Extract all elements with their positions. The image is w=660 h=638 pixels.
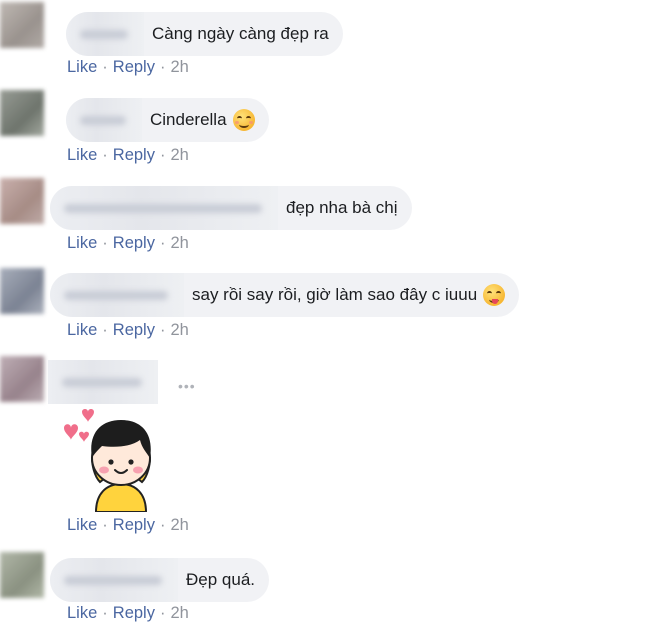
reply-link[interactable]: Reply bbox=[113, 516, 155, 535]
comment-text: Cinderella bbox=[150, 110, 227, 129]
reply-link[interactable]: Reply bbox=[113, 58, 155, 77]
separator: · bbox=[102, 604, 108, 622]
timestamp[interactable]: 2h bbox=[170, 58, 188, 77]
timestamp[interactable]: 2h bbox=[170, 516, 188, 535]
avatar[interactable] bbox=[0, 356, 44, 402]
reply-link[interactable]: Reply bbox=[113, 321, 155, 340]
separator: · bbox=[102, 146, 108, 164]
avatar[interactable] bbox=[0, 552, 44, 598]
more-options-icon[interactable]: ••• bbox=[178, 378, 196, 394]
separator: · bbox=[159, 58, 166, 76]
timestamp[interactable]: 2h bbox=[170, 321, 188, 340]
comment-actions: Like · Reply · 2h bbox=[67, 146, 189, 165]
like-link[interactable]: Like bbox=[67, 321, 97, 340]
separator: · bbox=[102, 234, 108, 252]
separator: · bbox=[159, 321, 166, 339]
separator: · bbox=[159, 604, 166, 622]
author-name-bubble bbox=[48, 360, 166, 404]
like-link[interactable]: Like bbox=[67, 146, 97, 165]
comment-bubble: đẹp nha bà chị bbox=[50, 186, 412, 230]
avatar[interactable] bbox=[0, 2, 44, 48]
comment-text: Đẹp quá. bbox=[186, 570, 255, 589]
timestamp[interactable]: 2h bbox=[170, 604, 188, 623]
comment-actions: Like · Reply · 2h bbox=[67, 58, 189, 77]
comment-actions: Like · Reply · 2h bbox=[67, 234, 189, 253]
like-link[interactable]: Like bbox=[67, 604, 97, 623]
separator: · bbox=[159, 234, 166, 252]
comment-actions: Like · Reply · 2h bbox=[67, 604, 189, 623]
tongue-out-face-icon bbox=[483, 284, 506, 306]
avatar[interactable] bbox=[0, 178, 44, 224]
separator: · bbox=[102, 516, 108, 534]
like-link[interactable]: Like bbox=[67, 58, 97, 77]
reply-link[interactable]: Reply bbox=[113, 234, 155, 253]
comment-bubble: Càng ngày càng đẹp ra bbox=[66, 12, 343, 56]
reply-link[interactable]: Reply bbox=[113, 604, 155, 623]
comment-text: say rồi say rồi, giờ làm sao đây c iuuu bbox=[192, 285, 478, 304]
comment-actions: Like · Reply · 2h bbox=[67, 516, 189, 535]
like-link[interactable]: Like bbox=[67, 516, 97, 535]
girl-with-hearts-sticker bbox=[64, 409, 152, 512]
separator: · bbox=[159, 146, 166, 164]
like-link[interactable]: Like bbox=[67, 234, 97, 253]
author-name[interactable] bbox=[50, 273, 184, 317]
separator: · bbox=[102, 58, 108, 76]
timestamp[interactable]: 2h bbox=[170, 146, 188, 165]
author-name[interactable] bbox=[66, 98, 142, 142]
comment-bubble: say rồi say rồi, giờ làm sao đây c iuuu bbox=[50, 273, 520, 317]
comment-bubble: Cinderella bbox=[66, 98, 269, 142]
author-name[interactable] bbox=[50, 558, 178, 602]
avatar[interactable] bbox=[0, 268, 44, 314]
comment-text: Càng ngày càng đẹp ra bbox=[152, 24, 329, 43]
author-name[interactable] bbox=[50, 186, 278, 230]
author-name[interactable] bbox=[48, 360, 158, 404]
separator: · bbox=[102, 321, 108, 339]
comment-bubble: Đẹp quá. bbox=[50, 558, 269, 602]
author-name[interactable] bbox=[66, 12, 144, 56]
comment-actions: Like · Reply · 2h bbox=[67, 321, 189, 340]
separator: · bbox=[159, 516, 166, 534]
timestamp[interactable]: 2h bbox=[170, 234, 188, 253]
avatar[interactable] bbox=[0, 90, 44, 136]
comment-text: đẹp nha bà chị bbox=[286, 198, 398, 217]
reply-link[interactable]: Reply bbox=[113, 146, 155, 165]
smiling-face-icon bbox=[232, 109, 255, 131]
